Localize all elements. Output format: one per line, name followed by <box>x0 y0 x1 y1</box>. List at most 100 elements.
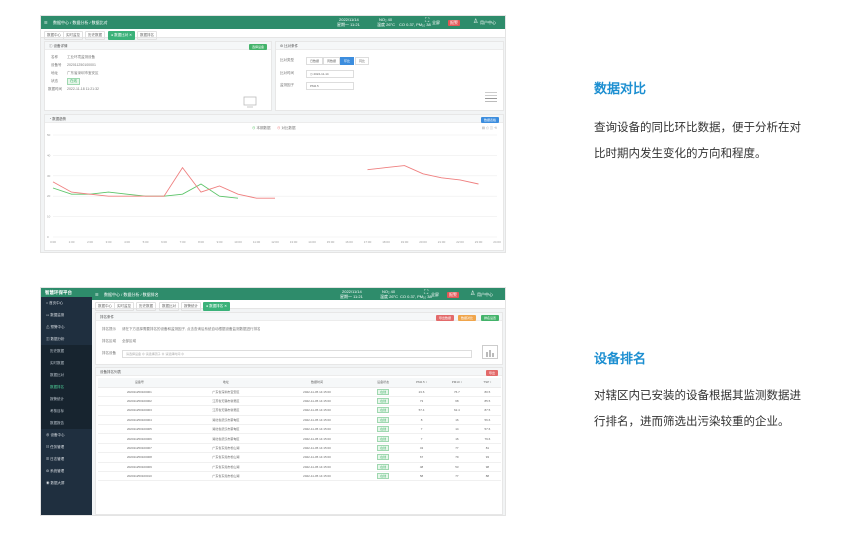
tab-item[interactable]: 数据比对 <box>159 302 179 311</box>
sidebar-item[interactable]: ⊕ 设备中心 <box>41 429 92 441</box>
ranking-table: 设备号 地址 数据时间 设备状态 PM2.5 ↕ PM10 ↕ TSP ↕ 20… <box>98 378 501 482</box>
sidebar-item[interactable]: ⚠ 预警中心 <box>41 321 92 333</box>
table-row[interactable]: 202011250100007 广东省东莞市松山湖 2022-11-05 14:15… <box>98 443 501 454</box>
alert-badge[interactable]: 报警 <box>447 292 459 298</box>
select-device-button[interactable]: 选择设备 <box>248 43 267 50</box>
export-data-button[interactable]: 导出数据 <box>435 314 454 321</box>
x-tick-label: 22:00 <box>456 240 464 244</box>
date-picker[interactable]: ◷ 2022-11-14 <box>306 70 354 78</box>
column-header[interactable]: 数据时间 <box>270 378 364 388</box>
area-value[interactable]: 全部区域 <box>122 339 136 344</box>
table-cell: 2022-11-05 14:15:00 <box>270 471 364 482</box>
tab-item[interactable]: 数据中心 <box>95 302 115 311</box>
sidebar-subitem[interactable]: 数据比对 <box>41 369 92 381</box>
tab-item[interactable]: 历史数据 <box>85 31 105 40</box>
x-tick-label: 6:00 <box>161 240 167 244</box>
table-row[interactable]: 202011250100009 广东省东莞市松山湖 2022-11-05 14:15… <box>98 462 501 473</box>
sidebar-item[interactable]: ▭ 数据监测 <box>41 309 92 321</box>
sidebar-item-label: 设备中心 <box>50 433 65 437</box>
sidebar-item[interactable]: ☷ 任务管理 <box>41 441 92 453</box>
tab-item[interactable]: 历史数据 <box>136 302 156 311</box>
chart-tools-icon[interactable]: ▤ ⎙ ◫ ⟲ <box>482 126 497 130</box>
type-option[interactable]: 同比 <box>355 57 370 65</box>
user-icon[interactable]: ♙ <box>473 18 478 25</box>
column-header[interactable]: 设备状态 <box>363 378 404 388</box>
factor-select[interactable]: PM2.5 <box>306 82 354 90</box>
column-header[interactable]: PM10 ↕ <box>439 378 474 388</box>
y-tick-label: 40 <box>47 153 51 157</box>
table-row[interactable]: 202011250100006 湖北省武汉市蔡甸区 2022-11-05 14:15… <box>98 433 501 444</box>
table-cell: 湖北省武汉市蔡甸区 <box>180 424 271 435</box>
table-row[interactable]: 202011250100008 广东省东莞市松山湖 2022-11-05 14:15… <box>98 452 501 463</box>
monitor-icon: ▭ <box>46 313 50 317</box>
user-center-label[interactable]: 用户中心 <box>480 20 496 26</box>
ranking-table-panel: 设备排名列表 导出 设备号 地址 数据时间 设备状态 PM2.5 ↕ PM10 … <box>95 367 503 515</box>
sidebar-subitem[interactable]: 实时数据 <box>41 357 92 369</box>
settings-icon: ⚙ <box>280 44 284 48</box>
table-row[interactable]: 202011250100005 湖北省武汉市蔡甸区 2022-11-05 14:15… <box>98 424 501 435</box>
tab-item[interactable]: 实时监控 <box>114 302 134 311</box>
warning-icon: ⚠ <box>46 325 50 329</box>
fullscreen-label[interactable]: 全屏 <box>432 20 440 26</box>
table-cell: 2022-11-05 14:15:00 <box>270 443 364 454</box>
export-button[interactable]: 导出 <box>485 369 498 376</box>
tab-item[interactable]: 数据中心 <box>44 31 64 40</box>
table-cell: 16 <box>439 433 474 444</box>
sidebar-subitem[interactable]: 考核目标 <box>41 405 92 417</box>
tab-item[interactable]: 实时监控 <box>63 31 83 40</box>
y-tick-label: 30 <box>47 174 51 178</box>
table-row[interactable]: 202011250100004 湖北省武汉市蔡甸区 2022-11-05 14:15… <box>98 415 501 426</box>
sidebar-item[interactable]: ▥ 数据分析 <box>41 333 92 345</box>
type-option[interactable]: 日数据 <box>306 57 324 65</box>
compare-data-button[interactable]: 数据对比 <box>457 314 476 321</box>
info-icon: ⓘ <box>49 44 53 48</box>
x-tick-label: 9:00 <box>217 240 223 244</box>
table-row[interactable]: 202011250100002 江苏省无锡市新吴区 2022-11-05 14:15… <box>98 396 501 407</box>
task-icon: ☷ <box>46 445 50 449</box>
alert-badge[interactable]: 报警 <box>448 20 460 26</box>
table-cell: 广东省深圳市宝安区 <box>180 387 271 397</box>
compare-screenshot: ☰ 数据中心 / 数据分析 / 数据比对 2022/11/14 星期一 11:2… <box>40 15 506 253</box>
sidebar-subitem[interactable]: 数据报告 <box>41 417 92 429</box>
column-header[interactable]: 设备号 <box>98 378 181 388</box>
sidebar-item-label: 任务管理 <box>50 445 65 449</box>
menu-toggle-icon[interactable]: ☰ <box>95 292 99 297</box>
panel-header: ⚙ 比对条件 <box>276 42 503 50</box>
menu-toggle-icon[interactable]: ☰ <box>44 20 48 25</box>
column-header[interactable]: 地址 <box>180 378 271 388</box>
sidebar-item[interactable]: ◉ 数据大屏 <box>41 477 92 489</box>
sidebar-item-label: 预警中心 <box>50 325 65 329</box>
fullscreen-icon[interactable]: ⛶ <box>424 290 428 297</box>
table-cell: 57.4 <box>403 405 440 416</box>
sidebar-item[interactable]: ⌂ 首页中心 <box>41 297 92 309</box>
fullscreen-icon[interactable]: ⛶ <box>425 18 429 25</box>
column-header[interactable]: TSP ↕ <box>473 378 501 388</box>
table-row[interactable]: 202011250100003 江苏省无锡市新吴区 2022-11-05 14:15… <box>98 405 501 416</box>
type-option[interactable]: 周数据 <box>323 57 341 65</box>
table-cell: 202011250100005 <box>98 424 181 435</box>
tab-item[interactable]: 数据排名 <box>137 31 157 40</box>
chart-toggle-button[interactable] <box>482 345 498 359</box>
user-center-label[interactable]: 用户中心 <box>477 292 493 298</box>
hint-text: 请在下方选择需要排名的设备和监测因子, 点击查询后系统自动根据设备监测数据进行排… <box>122 327 261 331</box>
table-cell: 81 <box>473 443 501 454</box>
sidebar-subitem[interactable]: 报警统计 <box>41 393 92 405</box>
sidebar-item-label: 日志管理 <box>50 457 65 461</box>
device-select[interactable]: 请选择设备 ⊗ 请选择因子 ⊗ 请选择时间 ⊗ <box>122 350 472 358</box>
sidebar-item[interactable]: ☰ 日志管理 <box>41 453 92 465</box>
sidebar-subitem-active[interactable]: 数据排名 <box>41 381 92 393</box>
tab-bar: 数据中心 实时监控 历史数据 ● 数据比对 ✕ 数据排名 <box>41 29 505 40</box>
tab-item-active[interactable]: ● 数据比对 ✕ <box>108 31 135 40</box>
type-option-active[interactable]: 环比 <box>340 57 355 65</box>
table-row[interactable]: 202011250100001 广东省深圳市宝安区 2022-11-05 14:15… <box>98 387 501 397</box>
column-header[interactable]: PM2.5 ↕ <box>403 378 440 388</box>
sidebar-subitem[interactable]: 历史数据 <box>41 345 92 357</box>
data-table-button[interactable]: 数据表格 <box>480 116 499 123</box>
tab-item[interactable]: 报警统计 <box>181 302 201 311</box>
ranking-settings-button[interactable]: 排名设置 <box>480 314 499 321</box>
fullscreen-label[interactable]: 全屏 <box>431 292 439 298</box>
user-icon[interactable]: ♙ <box>470 290 475 297</box>
table-row[interactable]: 202011250100010 广东省东莞市松山湖 2022-11-05 14:15… <box>98 471 501 482</box>
tab-item-active[interactable]: ● 数据排名 ✕ <box>203 302 230 311</box>
sidebar-item[interactable]: ⚙ 系统管理 <box>41 465 92 477</box>
